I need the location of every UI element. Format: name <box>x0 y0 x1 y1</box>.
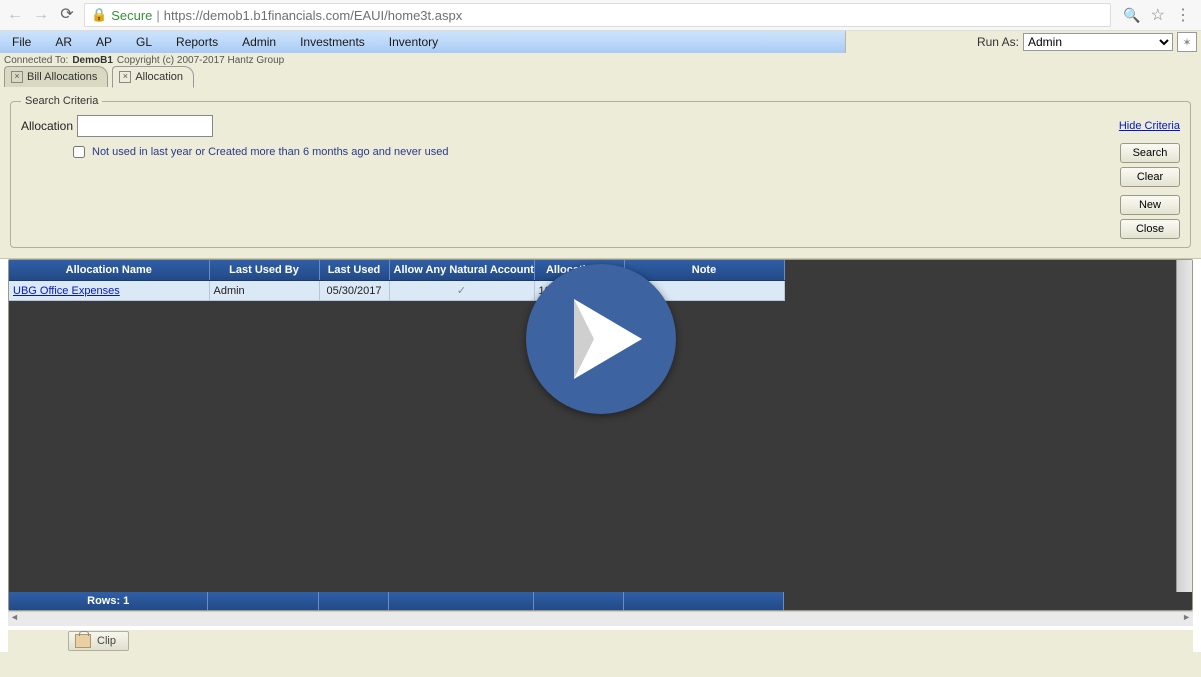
table-row[interactable]: UBG Office ExpensesAdmin05/30/2017✓100.0… <box>9 281 784 301</box>
footer-cell <box>534 592 624 610</box>
search-button[interactable]: Search <box>1120 143 1180 163</box>
tab-label: Allocation <box>135 71 183 83</box>
column-header[interactable]: Allocation Name <box>9 260 209 281</box>
menu-item-admin[interactable]: Admin <box>230 31 288 53</box>
not-used-checkbox[interactable] <box>73 146 85 158</box>
allocation-label: Allocation <box>21 119 73 133</box>
footer-cell <box>389 592 534 610</box>
connection-status: Connected To: DemoB1 Copyright (c) 2007-… <box>0 53 1201 67</box>
column-header[interactable]: Allow Any Natural Account <box>389 260 534 281</box>
tab-bill-allocations[interactable]: × Bill Allocations <box>4 66 108 87</box>
cell-last-used: 05/30/2017 <box>319 281 389 301</box>
not-used-label: Not used in last year or Created more th… <box>92 146 449 158</box>
footer-cell <box>208 592 318 610</box>
run-as-label: Run As: <box>977 35 1019 49</box>
search-icon[interactable]: 🔍 <box>1123 7 1140 24</box>
back-icon[interactable]: ← <box>6 7 24 23</box>
close-button[interactable]: Close <box>1120 219 1180 239</box>
tab-strip: × Bill Allocations × Allocation <box>0 67 1201 87</box>
close-icon[interactable]: × <box>11 71 23 83</box>
grid-footer: Rows: 1 <box>9 592 784 610</box>
play-button[interactable] <box>526 264 676 414</box>
clipboard-icon <box>75 634 91 648</box>
horizontal-scrollbar[interactable] <box>8 611 1193 626</box>
column-header[interactable]: Last Used By <box>209 260 319 281</box>
menu-item-ap[interactable]: AP <box>84 31 124 53</box>
app-menu-bar: FileARAPGLReportsAdminInvestmentsInvento… <box>0 31 1201 53</box>
tab-allocation[interactable]: × Allocation <box>112 66 194 88</box>
clip-label: Clip <box>97 635 116 647</box>
tab-label: Bill Allocations <box>27 71 97 83</box>
footer-cell <box>319 592 389 610</box>
cell-used-by: Admin <box>209 281 319 301</box>
url-text: https://demob1.b1financials.com/EAUI/hom… <box>164 8 462 23</box>
clip-button[interactable]: Clip <box>68 631 129 651</box>
reload-icon[interactable]: ⟳ <box>58 7 76 23</box>
vertical-scrollbar[interactable] <box>1176 260 1192 592</box>
allocation-link[interactable]: UBG Office Expenses <box>13 285 120 297</box>
menu-item-inventory[interactable]: Inventory <box>377 31 450 53</box>
search-criteria-fieldset: Search Criteria Allocation Hide Criteria… <box>10 95 1191 248</box>
bookmark-star-icon[interactable]: ☆ <box>1151 5 1165 25</box>
menu-dots-icon[interactable]: ⋮ <box>1175 5 1191 25</box>
column-header[interactable]: Note <box>624 260 784 281</box>
browser-toolbar: ← → ⟳ 🔒 Secure | https://demob1.b1financ… <box>0 0 1201 31</box>
footer-cell: Rows: 1 <box>9 592 208 610</box>
menu-item-file[interactable]: File <box>0 31 43 53</box>
clear-button[interactable]: Clear <box>1120 167 1180 187</box>
allocation-input[interactable] <box>77 115 213 137</box>
hide-criteria-link[interactable]: Hide Criteria <box>1119 120 1180 132</box>
column-header[interactable]: Last Used <box>319 260 389 281</box>
new-button[interactable]: New <box>1120 195 1180 215</box>
close-icon[interactable]: × <box>119 71 131 83</box>
menu-item-reports[interactable]: Reports <box>164 31 230 53</box>
run-as-select[interactable]: Admin <box>1023 33 1173 51</box>
forward-icon[interactable]: → <box>32 7 50 23</box>
play-icon <box>574 299 642 379</box>
footer-cell <box>624 592 784 610</box>
run-as-star-button[interactable]: ✶ <box>1177 32 1197 52</box>
lock-icon: 🔒 <box>91 7 107 23</box>
secure-label: Secure <box>111 8 152 23</box>
address-bar[interactable]: 🔒 Secure | https://demob1.b1financials.c… <box>84 3 1111 27</box>
menu-item-investments[interactable]: Investments <box>288 31 377 53</box>
menu-item-gl[interactable]: GL <box>124 31 164 53</box>
search-criteria-legend: Search Criteria <box>21 95 102 107</box>
menu-item-ar[interactable]: AR <box>43 31 84 53</box>
cell-allow-any: ✓ <box>389 281 534 301</box>
